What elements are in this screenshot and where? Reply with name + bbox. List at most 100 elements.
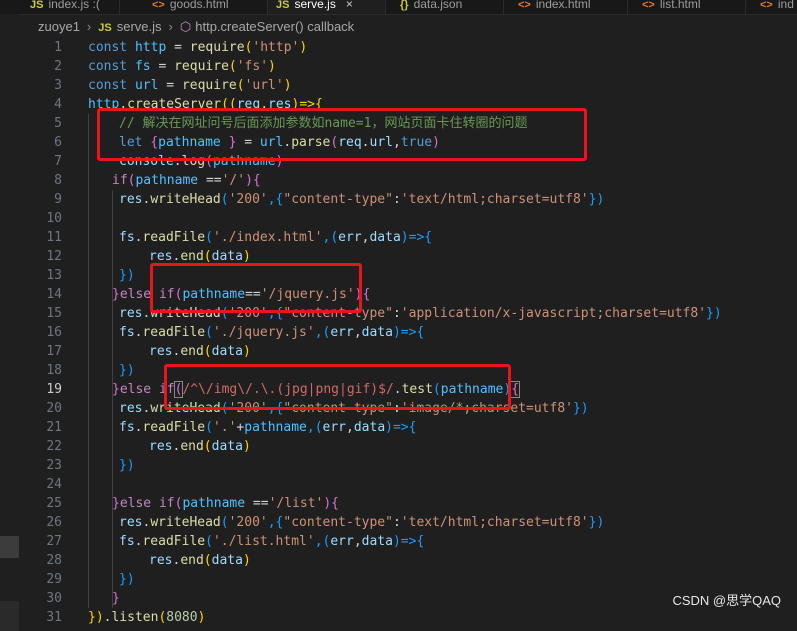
activity-bar-edge (0, 14, 19, 631)
tab-label: index.html (535, 0, 591, 11)
code-token: res (119, 306, 143, 321)
tab-label: list.html (659, 0, 701, 11)
code-line-8: 8 if(pathname =='/'){ (19, 171, 797, 190)
line-number: 9 (54, 192, 62, 207)
line-number: 24 (46, 477, 62, 492)
code-token: res (149, 553, 173, 568)
line-number: 8 (54, 173, 62, 188)
code-token: ) (283, 78, 292, 93)
js-file-icon: JS (276, 0, 290, 11)
code-token: writeHead (150, 192, 221, 207)
html-file-icon: <> (760, 0, 773, 11)
code-token: fs (134, 59, 151, 74)
code-token: data (353, 420, 386, 435)
code-token: ,( (314, 534, 331, 549)
tab-label: data.json (413, 0, 463, 11)
code-token: , (346, 420, 354, 435)
code-text: const http = require('http') (88, 38, 307, 57)
code-token: 'text/html;charset=utf8' (400, 515, 589, 530)
code-token: if (158, 496, 175, 511)
code-text: if(pathname =='/'){ (112, 171, 261, 190)
line-number: 11 (46, 230, 62, 245)
line-number: 21 (46, 420, 62, 435)
code-text: }) (119, 266, 135, 285)
code-line-27: 27 fs.readFile('./list.html',(err,data)=>… (19, 532, 797, 551)
tab-goods-html[interactable]: <> goods.html (120, 0, 268, 14)
close-icon[interactable]: × (346, 0, 353, 11)
code-token: ) (242, 439, 251, 454)
tab-serve-js[interactable]: JS serve.js × (268, 0, 386, 14)
code-token: } (112, 496, 120, 511)
code-token: data (211, 249, 243, 264)
tab-label: index.js (48, 0, 90, 11)
code-token: ( (203, 439, 212, 454)
code-token: './index.html' (212, 230, 323, 245)
code-token: else (119, 496, 159, 511)
code-token: fs (119, 325, 135, 340)
code-text: const fs = require('fs') (88, 57, 276, 76)
code-token: require (174, 59, 229, 74)
code-token: 8080 (166, 610, 198, 625)
code-token: fs (119, 230, 135, 245)
code-token: res (119, 401, 143, 416)
code-line-23: 23}) (19, 456, 797, 475)
code-token: ,( (322, 230, 339, 245)
breadcrumb-folder[interactable]: zuoye1 (38, 19, 80, 34)
code-token: }) (119, 268, 135, 283)
code-line-12: 12 res.end(data) (19, 247, 797, 266)
line-number: 14 (46, 287, 62, 302)
code-line-13: 13}) (19, 266, 797, 285)
activity-bar-selected-item[interactable] (0, 536, 19, 558)
code-line-24: 24 (19, 475, 797, 494)
tab-overflow[interactable]: <> ind (746, 0, 797, 14)
code-line-9: 9 res.writeHead('200',{"content-type":'te… (19, 190, 797, 209)
code-token: res (149, 439, 173, 454)
code-line-31: 31}).listen(8080) (19, 608, 797, 627)
code-line-17: 17 res.end(data) (19, 342, 797, 361)
code-token: = (166, 40, 190, 55)
activity-bar-item[interactable] (0, 601, 19, 631)
line-number: 7 (54, 154, 62, 169)
code-token: ,( (314, 325, 331, 340)
code-text: fs.readFile('./list.html',(err,data)=>{ (119, 532, 424, 551)
code-token: data (361, 325, 393, 340)
watermark: CSDN @思学QAQ (672, 593, 781, 608)
breadcrumb-file[interactable]: serve.js (117, 19, 162, 34)
annotation-box-comment (97, 108, 587, 161)
code-token: http (134, 40, 167, 55)
code-token: res (149, 249, 173, 264)
code-line-11: 11 fs.readFile('./index.html',(err,data)=… (19, 228, 797, 247)
line-number: 5 (54, 116, 62, 131)
tab-list-html[interactable]: <> list.html (628, 0, 746, 14)
code-token: { (362, 287, 371, 302)
code-token: ){ (245, 173, 261, 188)
js-file-icon: JS (98, 22, 112, 34)
code-token: ( (203, 344, 212, 359)
code-line-21: 21 fs.readFile('.'+pathname,(err,data)=>{ (19, 418, 797, 437)
code-token: )=>{ (392, 325, 425, 340)
html-file-icon: <> (642, 0, 655, 11)
code-token: ,( (306, 420, 323, 435)
code-text: res.end(data) (149, 551, 251, 570)
line-number: 15 (46, 306, 62, 321)
code-text: }) (119, 570, 135, 589)
code-token: require (181, 78, 237, 93)
code-token: pathname (244, 420, 307, 435)
code-text: res.writeHead('200',{"content-type":'tex… (119, 190, 604, 209)
breadcrumb-symbol[interactable]: http.createServer() callback (195, 19, 354, 34)
code-token: '200' (228, 192, 268, 207)
code-line-26: 26 res.writeHead('200',{"content-type":'t… (19, 513, 797, 532)
code-token: }) (588, 192, 605, 207)
tab-status: :( (92, 0, 100, 11)
code-token: end (180, 553, 204, 568)
tab-index-js[interactable]: JS index.js :( (0, 0, 120, 14)
code-token: readFile (142, 325, 206, 340)
code-token: ) (242, 553, 251, 568)
line-number: 18 (46, 363, 62, 378)
tab-data-json[interactable]: {} data.json (386, 0, 504, 14)
line-number: 13 (46, 268, 62, 283)
code-token: writeHead (150, 515, 221, 530)
tab-index-html[interactable]: <> index.html (504, 0, 628, 14)
code-token: pathname (135, 173, 206, 188)
code-token: } (112, 591, 120, 606)
